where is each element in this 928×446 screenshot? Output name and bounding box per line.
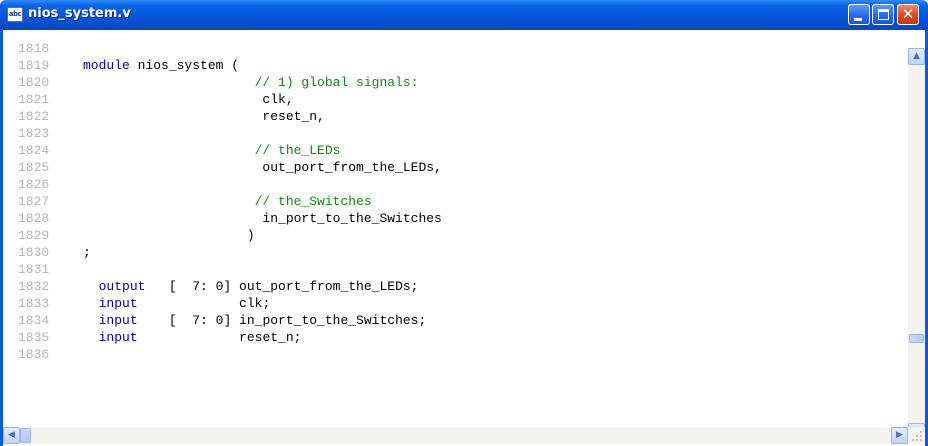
maximize-button[interactable] bbox=[872, 4, 894, 25]
scroll-right-button[interactable]: ▶ bbox=[891, 427, 908, 444]
line-number: 1822 bbox=[18, 109, 50, 124]
maximize-icon bbox=[878, 9, 889, 20]
vertical-scrollbar[interactable]: ▲ ▼ bbox=[908, 48, 925, 440]
line-text: // the_Switches bbox=[83, 194, 372, 209]
line-number: 1823 bbox=[18, 126, 50, 141]
line-number: 1825 bbox=[18, 160, 50, 175]
line-text: // 1) global signals: bbox=[83, 75, 419, 90]
title-bar[interactable]: abc nios_system.v ✕ bbox=[0, 0, 928, 30]
line-number: 1828 bbox=[18, 211, 50, 226]
line-number: 1834 bbox=[18, 313, 50, 328]
minimize-icon bbox=[854, 18, 862, 21]
minimize-button[interactable] bbox=[848, 4, 870, 25]
horizontal-scroll-thumb[interactable] bbox=[20, 428, 31, 443]
line-text: output [ 7: 0] out_port_from_the_LEDs; bbox=[98, 279, 419, 294]
scroll-up-button[interactable]: ▲ bbox=[908, 48, 925, 65]
line-text: ; bbox=[83, 245, 91, 260]
line-number: 1835 bbox=[18, 330, 50, 345]
line-text: clk, bbox=[83, 92, 294, 107]
line-number: 1832 bbox=[18, 279, 50, 294]
line-text: in_port_to_the_Switches bbox=[83, 211, 442, 226]
line-number: 1826 bbox=[18, 177, 50, 192]
line-text: input reset_n; bbox=[98, 330, 302, 345]
vertical-scroll-thumb[interactable] bbox=[909, 333, 924, 343]
editor-window: abc nios_system.v ✕ 1818 1819 module nios_… bbox=[0, 0, 928, 446]
line-number: 1818 bbox=[18, 41, 50, 56]
code-editor[interactable]: 1818 1819 module nios_system ( 1820 // 1) g… bbox=[7, 32, 903, 424]
line-text: module nios_system ( bbox=[83, 58, 240, 73]
line-number: 1830 bbox=[18, 245, 50, 260]
line-text: input [ 7: 0] in_port_to_the_Switches; bbox=[98, 313, 427, 328]
line-text: reset_n, bbox=[83, 109, 325, 124]
window-client-area: 1818 1819 module nios_system ( 1820 // 1) g… bbox=[3, 30, 925, 446]
resize-grip-icon[interactable] bbox=[908, 427, 925, 444]
line-number: 1829 bbox=[18, 228, 50, 243]
line-number: 1827 bbox=[18, 194, 50, 209]
line-text: ) bbox=[83, 228, 255, 243]
line-number: 1820 bbox=[18, 75, 50, 90]
line-number: 1836 bbox=[18, 347, 50, 362]
line-text: input clk; bbox=[98, 296, 271, 311]
window-title: nios_system.v bbox=[28, 6, 131, 21]
close-icon: ✕ bbox=[901, 5, 915, 23]
line-number: 1831 bbox=[18, 262, 50, 277]
line-number: 1821 bbox=[18, 92, 50, 107]
line-text: // the_LEDs bbox=[83, 143, 341, 158]
text-file-icon[interactable]: abc bbox=[7, 7, 23, 22]
line-number: 1824 bbox=[18, 143, 50, 158]
scroll-left-button[interactable]: ◀ bbox=[3, 427, 20, 444]
close-button[interactable]: ✕ bbox=[897, 4, 919, 25]
line-number: 1833 bbox=[18, 296, 50, 311]
line-number: 1819 bbox=[18, 58, 50, 73]
line-text: out_port_from_the_LEDs, bbox=[83, 160, 442, 175]
horizontal-scrollbar[interactable]: ◀ ▶ bbox=[3, 427, 908, 444]
